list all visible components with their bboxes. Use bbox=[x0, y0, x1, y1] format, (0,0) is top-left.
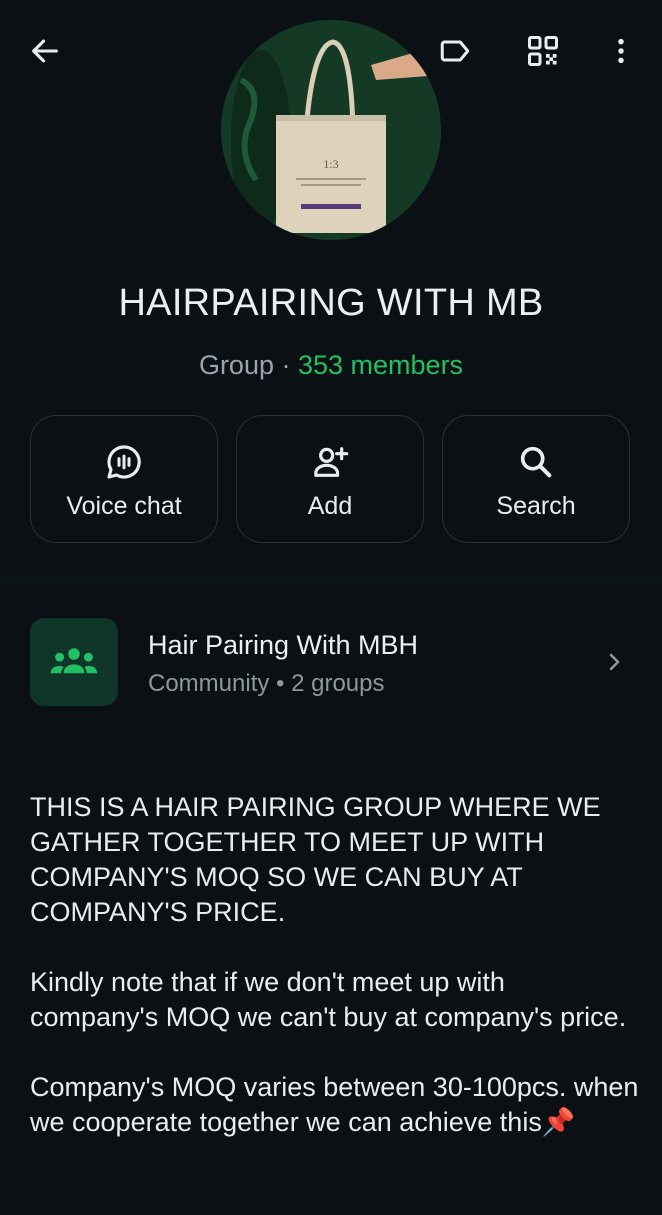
description-paragraph-2: Kindly note that if we don't meet up wit… bbox=[30, 967, 627, 1032]
group-subtitle: Group · 353 members bbox=[0, 350, 662, 381]
add-person-icon bbox=[314, 447, 349, 477]
voice-chat-label: Voice chat bbox=[66, 492, 182, 520]
back-button[interactable] bbox=[22, 28, 68, 74]
label-tag-icon bbox=[440, 40, 470, 62]
community-title: Hair Pairing With MBH bbox=[148, 630, 419, 660]
member-count[interactable]: 353 members bbox=[298, 350, 463, 380]
search-button[interactable]: Search bbox=[442, 415, 630, 543]
chevron-right-icon bbox=[609, 653, 620, 671]
description-paragraph-3: Company's MOQ varies between 30-100pcs. … bbox=[30, 1072, 646, 1137]
voice-chat-button[interactable]: Voice chat bbox=[30, 415, 218, 543]
add-label: Add bbox=[307, 492, 353, 520]
avatar-bag-text: 1:3 bbox=[323, 157, 338, 171]
add-member-button[interactable]: Add bbox=[236, 415, 424, 543]
group-avatar[interactable]: 1:3 bbox=[221, 20, 441, 240]
label-button[interactable] bbox=[432, 28, 478, 74]
search-label: Search bbox=[496, 492, 576, 520]
arrow-left-icon bbox=[32, 39, 58, 63]
voice-chat-icon bbox=[107, 445, 141, 479]
community-avatar bbox=[30, 618, 118, 706]
community-icon bbox=[50, 648, 98, 674]
tote-bag-photo: 1:3 bbox=[221, 20, 441, 240]
subtitle-separator: · bbox=[273, 350, 298, 380]
qr-code-icon bbox=[528, 36, 558, 66]
section-divider bbox=[0, 575, 662, 583]
group-description: THIS IS A HAIR PAIRING GROUP WHERE WE GA… bbox=[30, 790, 640, 1175]
community-row[interactable]: Hair Pairing With MBH Community • 2 grou… bbox=[0, 600, 662, 720]
group-name: HAIRPAIRING WITH MB bbox=[118, 282, 544, 324]
more-options-button[interactable] bbox=[598, 28, 644, 74]
group-type: Group bbox=[198, 350, 274, 380]
description-paragraph-1: THIS IS A HAIR PAIRING GROUP WHERE WE GA… bbox=[30, 792, 609, 927]
more-vertical-icon bbox=[618, 38, 624, 64]
community-subtitle: Community • 2 groups bbox=[148, 670, 385, 697]
search-icon bbox=[520, 446, 552, 478]
qr-code-button[interactable] bbox=[520, 28, 566, 74]
